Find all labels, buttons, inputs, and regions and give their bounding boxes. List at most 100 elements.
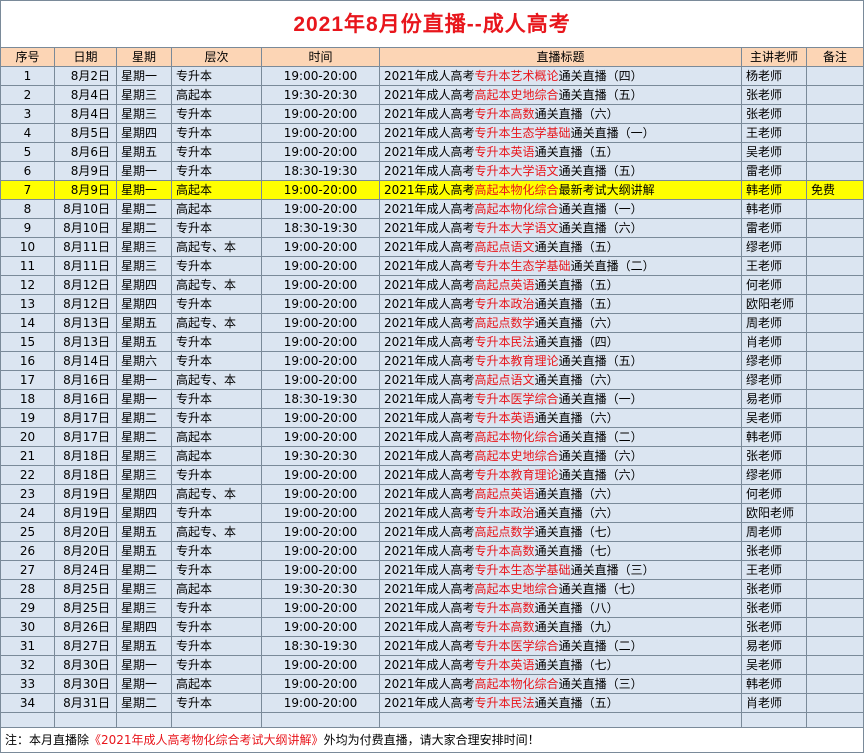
cell-title[interactable]: 2021年成人高考专升本艺术概论通关直播（四）	[379, 66, 742, 86]
cell-note[interactable]	[805, 522, 864, 542]
cell-weekday[interactable]: 星期二	[116, 218, 172, 238]
cell-note[interactable]	[805, 313, 864, 333]
cell-date[interactable]: 8月19日	[54, 503, 117, 523]
cell-weekday[interactable]: 星期四	[116, 275, 172, 295]
cell-title[interactable]: 2021年成人高考高起本物化综合最新考试大纲讲解	[379, 180, 742, 200]
cell-time[interactable]: 19:00-20:00	[261, 370, 380, 390]
cell-title[interactable]: 2021年成人高考专升本英语通关直播（六）	[379, 408, 742, 428]
cell-title[interactable]: 2021年成人高考高起本物化综合通关直播（三）	[379, 674, 742, 694]
empty-cell[interactable]	[805, 712, 864, 728]
cell-weekday[interactable]: 星期四	[116, 123, 172, 143]
cell-level[interactable]: 专升本	[171, 351, 262, 371]
cell-time[interactable]: 19:00-20:00	[261, 123, 380, 143]
header-date[interactable]: 日期	[54, 47, 117, 67]
cell-note[interactable]	[805, 674, 864, 694]
cell-title[interactable]: 2021年成人高考专升本高数通关直播（七）	[379, 541, 742, 561]
cell-teacher[interactable]: 缪老师	[741, 351, 807, 371]
header-time[interactable]: 时间	[261, 47, 380, 67]
cell-teacher[interactable]: 欧阳老师	[741, 503, 807, 523]
cell-date[interactable]: 8月31日	[54, 693, 117, 713]
cell-weekday[interactable]: 星期二	[116, 427, 172, 447]
cell-teacher[interactable]: 张老师	[741, 85, 807, 105]
cell-teacher[interactable]: 周老师	[741, 313, 807, 333]
cell-level[interactable]: 高起专、本	[171, 313, 262, 333]
cell-no[interactable]: 34	[0, 693, 55, 713]
cell-date[interactable]: 8月17日	[54, 408, 117, 428]
cell-note[interactable]	[805, 332, 864, 352]
cell-title[interactable]: 2021年成人高考高起本物化综合通关直播（一）	[379, 199, 742, 219]
cell-title[interactable]: 2021年成人高考专升本民法通关直播（四）	[379, 332, 742, 352]
cell-date[interactable]: 8月20日	[54, 541, 117, 561]
cell-weekday[interactable]: 星期四	[116, 294, 172, 314]
cell-title[interactable]: 2021年成人高考专升本政治通关直播（六）	[379, 503, 742, 523]
cell-note[interactable]	[805, 484, 864, 504]
cell-level[interactable]: 高起专、本	[171, 484, 262, 504]
cell-weekday[interactable]: 星期五	[116, 332, 172, 352]
cell-weekday[interactable]: 星期三	[116, 598, 172, 618]
cell-weekday[interactable]: 星期二	[116, 560, 172, 580]
cell-no[interactable]: 9	[0, 218, 55, 238]
cell-level[interactable]: 专升本	[171, 503, 262, 523]
cell-time[interactable]: 19:00-20:00	[261, 256, 380, 276]
cell-weekday[interactable]: 星期四	[116, 503, 172, 523]
cell-time[interactable]: 19:00-20:00	[261, 674, 380, 694]
cell-weekday[interactable]: 星期一	[116, 180, 172, 200]
cell-teacher[interactable]: 易老师	[741, 389, 807, 409]
cell-date[interactable]: 8月16日	[54, 370, 117, 390]
cell-title[interactable]: 2021年成人高考专升本医学综合通关直播（一）	[379, 389, 742, 409]
cell-note[interactable]	[805, 408, 864, 428]
cell-no[interactable]: 13	[0, 294, 55, 314]
cell-level[interactable]: 高起专、本	[171, 275, 262, 295]
cell-weekday[interactable]: 星期二	[116, 693, 172, 713]
cell-level[interactable]: 专升本	[171, 541, 262, 561]
cell-time[interactable]: 19:00-20:00	[261, 313, 380, 333]
cell-note[interactable]	[805, 446, 864, 466]
empty-cell[interactable]	[261, 712, 380, 728]
empty-cell[interactable]	[54, 712, 117, 728]
cell-time[interactable]: 19:00-20:00	[261, 66, 380, 86]
empty-cell[interactable]	[0, 712, 55, 728]
cell-weekday[interactable]: 星期五	[116, 313, 172, 333]
cell-level[interactable]: 专升本	[171, 142, 262, 162]
cell-level[interactable]: 高起本	[171, 446, 262, 466]
cell-title[interactable]: 2021年成人高考专升本教育理论通关直播（六）	[379, 465, 742, 485]
cell-teacher[interactable]: 雷老师	[741, 218, 807, 238]
cell-weekday[interactable]: 星期一	[116, 161, 172, 181]
cell-time[interactable]: 19:00-20:00	[261, 237, 380, 257]
cell-no[interactable]: 32	[0, 655, 55, 675]
cell-date[interactable]: 8月25日	[54, 579, 117, 599]
cell-teacher[interactable]: 张老师	[741, 598, 807, 618]
cell-level[interactable]: 专升本	[171, 408, 262, 428]
cell-no[interactable]: 23	[0, 484, 55, 504]
cell-time[interactable]: 19:30-20:30	[261, 446, 380, 466]
cell-note[interactable]	[805, 389, 864, 409]
header-weekday[interactable]: 星期	[116, 47, 172, 67]
cell-level[interactable]: 高起本	[171, 180, 262, 200]
cell-teacher[interactable]: 张老师	[741, 446, 807, 466]
cell-time[interactable]: 19:00-20:00	[261, 294, 380, 314]
cell-teacher[interactable]: 韩老师	[741, 199, 807, 219]
cell-weekday[interactable]: 星期二	[116, 408, 172, 428]
cell-date[interactable]: 8月12日	[54, 294, 117, 314]
cell-teacher[interactable]: 韩老师	[741, 180, 807, 200]
cell-note[interactable]	[805, 218, 864, 238]
cell-time[interactable]: 19:00-20:00	[261, 541, 380, 561]
cell-no[interactable]: 25	[0, 522, 55, 542]
cell-date[interactable]: 8月11日	[54, 256, 117, 276]
cell-time[interactable]: 18:30-19:30	[261, 161, 380, 181]
header-teacher[interactable]: 主讲老师	[741, 47, 807, 67]
cell-note[interactable]: 免费	[805, 180, 864, 200]
cell-date[interactable]: 8月24日	[54, 560, 117, 580]
cell-weekday[interactable]: 星期五	[116, 541, 172, 561]
cell-weekday[interactable]: 星期一	[116, 389, 172, 409]
cell-title[interactable]: 2021年成人高考高起点数学通关直播（七）	[379, 522, 742, 542]
cell-level[interactable]: 专升本	[171, 389, 262, 409]
cell-level[interactable]: 高起专、本	[171, 237, 262, 257]
cell-weekday[interactable]: 星期三	[116, 237, 172, 257]
cell-time[interactable]: 19:00-20:00	[261, 522, 380, 542]
cell-note[interactable]	[805, 617, 864, 637]
cell-date[interactable]: 8月14日	[54, 351, 117, 371]
cell-weekday[interactable]: 星期三	[116, 85, 172, 105]
cell-date[interactable]: 8月9日	[54, 180, 117, 200]
cell-time[interactable]: 19:00-20:00	[261, 465, 380, 485]
